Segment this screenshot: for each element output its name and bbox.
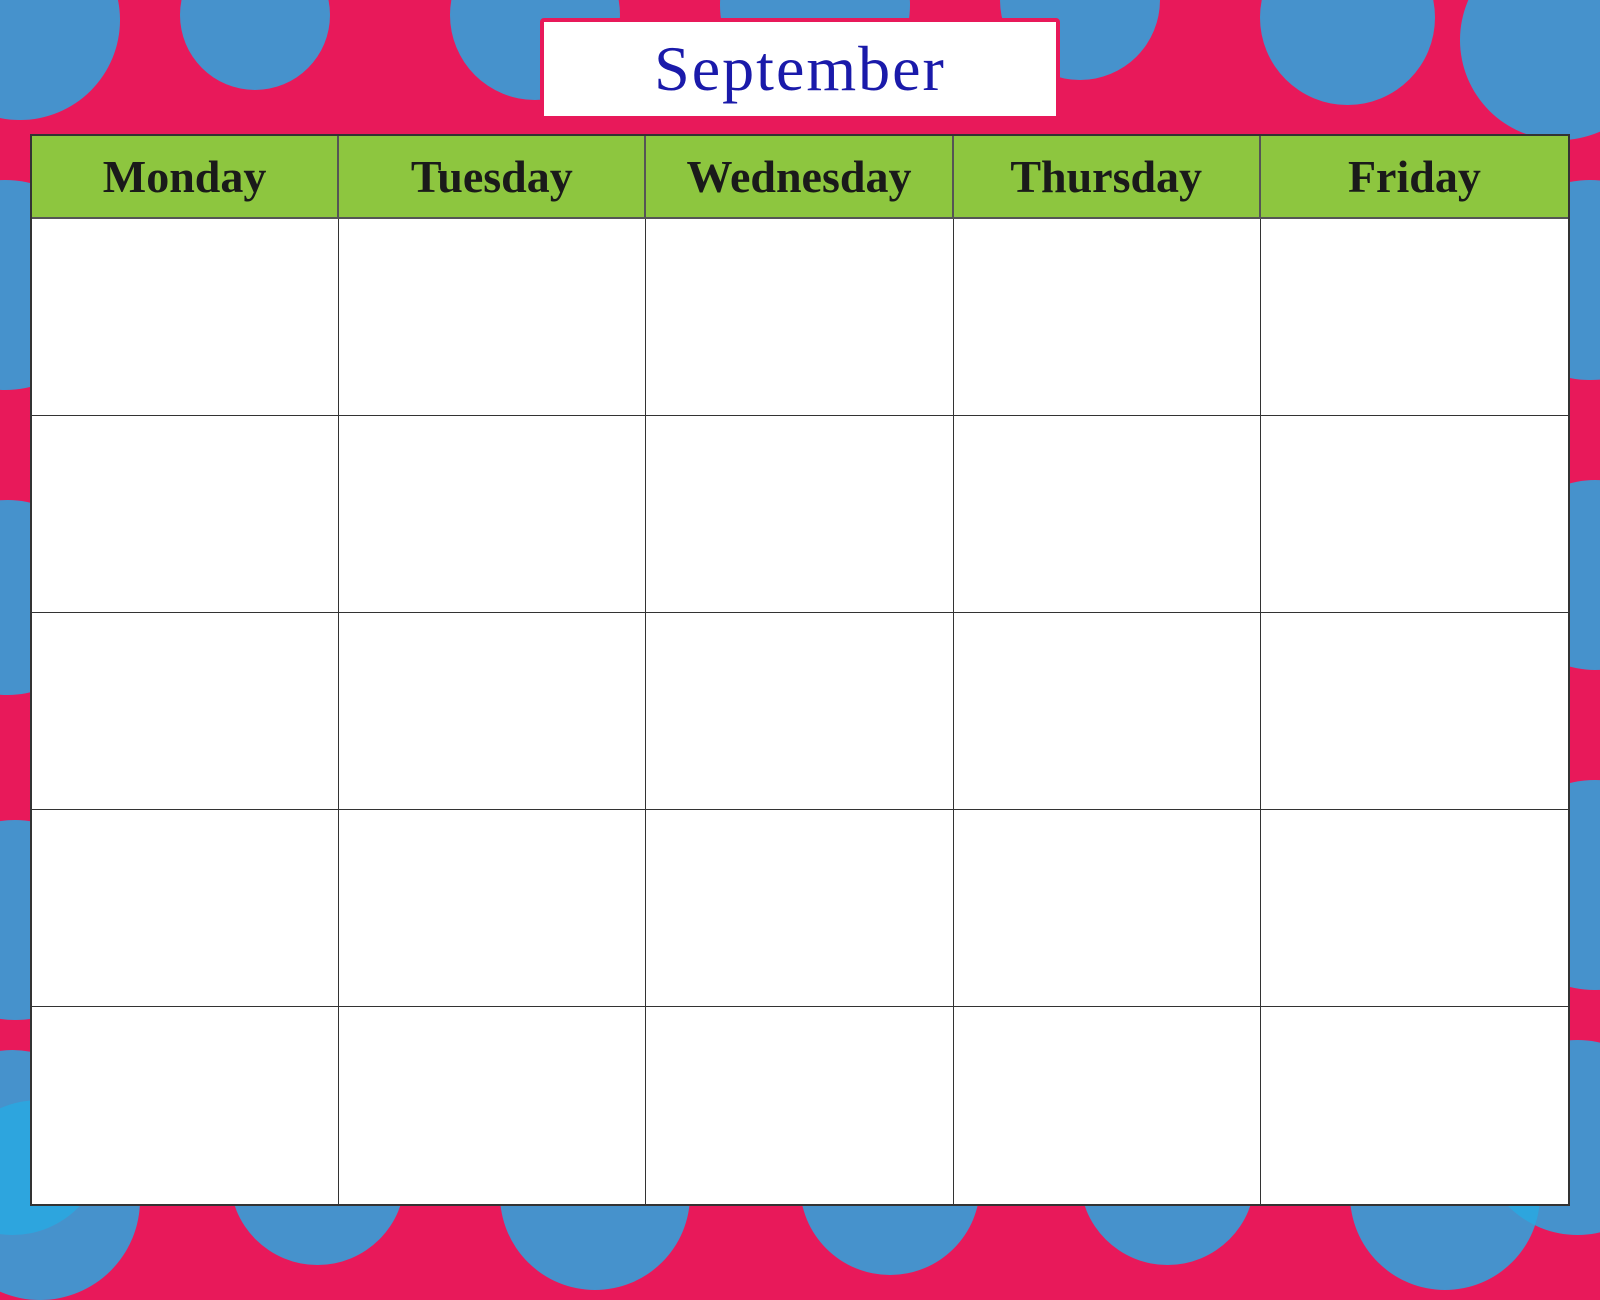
calendar-header: Monday Tuesday Wednesday Thursday Friday xyxy=(32,136,1568,219)
header-friday: Friday xyxy=(1261,136,1568,219)
cell-row3-wed[interactable] xyxy=(646,613,953,810)
page-content: September Monday Tuesday Wednesday Thurs… xyxy=(0,0,1600,1236)
cell-row4-wed[interactable] xyxy=(646,810,953,1007)
month-title-wrapper: September xyxy=(540,18,1060,120)
cell-row2-mon[interactable] xyxy=(32,416,339,613)
cell-row2-fri[interactable] xyxy=(1261,416,1568,613)
cell-row2-tue[interactable] xyxy=(339,416,646,613)
cell-row1-wed[interactable] xyxy=(646,219,953,416)
cell-row1-mon[interactable] xyxy=(32,219,339,416)
cell-row1-fri[interactable] xyxy=(1261,219,1568,416)
cell-row4-thu[interactable] xyxy=(954,810,1261,1007)
cell-row5-tue[interactable] xyxy=(339,1007,646,1204)
month-title: September xyxy=(564,32,1036,106)
cell-row5-mon[interactable] xyxy=(32,1007,339,1204)
cell-row3-fri[interactable] xyxy=(1261,613,1568,810)
calendar-body xyxy=(32,219,1568,1204)
header-wednesday: Wednesday xyxy=(646,136,953,219)
cell-row2-wed[interactable] xyxy=(646,416,953,613)
cell-row1-thu[interactable] xyxy=(954,219,1261,416)
cell-row5-wed[interactable] xyxy=(646,1007,953,1204)
cell-row4-tue[interactable] xyxy=(339,810,646,1007)
cell-row2-thu[interactable] xyxy=(954,416,1261,613)
header-monday: Monday xyxy=(32,136,339,219)
cell-row4-fri[interactable] xyxy=(1261,810,1568,1007)
calendar-container: Monday Tuesday Wednesday Thursday Friday xyxy=(30,134,1570,1206)
cell-row1-tue[interactable] xyxy=(339,219,646,416)
cell-row5-thu[interactable] xyxy=(954,1007,1261,1204)
header-thursday: Thursday xyxy=(954,136,1261,219)
cell-row3-tue[interactable] xyxy=(339,613,646,810)
header-tuesday: Tuesday xyxy=(339,136,646,219)
cell-row5-fri[interactable] xyxy=(1261,1007,1568,1204)
cell-row3-thu[interactable] xyxy=(954,613,1261,810)
cell-row3-mon[interactable] xyxy=(32,613,339,810)
cell-row4-mon[interactable] xyxy=(32,810,339,1007)
